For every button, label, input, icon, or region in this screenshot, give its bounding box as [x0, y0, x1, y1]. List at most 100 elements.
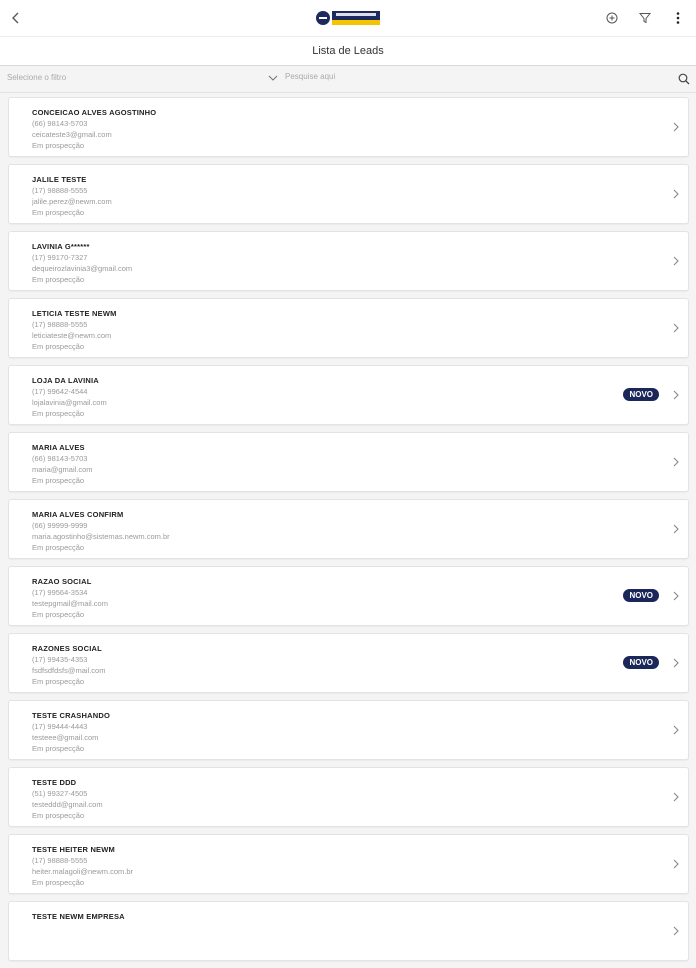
lead-email: testeddd@gmail.com — [32, 800, 103, 809]
lead-phone: (66) 98143-5703 — [32, 454, 88, 463]
search-button[interactable] — [678, 72, 690, 90]
chevron-right-icon — [673, 725, 679, 735]
lead-details: MARIA ALVES CONFIRM (66) 99999-9999 maria.… — [32, 509, 170, 553]
lead-name: LAVINIA G****** — [32, 242, 90, 251]
lead-details: JALILE TESTE (17) 98888-5555 jalile.perez@… — [32, 174, 112, 218]
lead-email: testeee@gmail.com — [32, 733, 99, 742]
lead-phone: (17) 98888-5555 — [32, 856, 88, 865]
chevron-right-icon — [673, 323, 679, 333]
lead-status: Em prospecção — [32, 610, 85, 619]
lead-phone: (17) 98888-5555 — [32, 320, 88, 329]
lead-name: RAZAO SOCIAL — [32, 577, 92, 586]
lead-card[interactable]: CONCEICAO ALVES AGOSTINHO (66) 98143-5703… — [8, 97, 689, 157]
lead-details: MARIA ALVES (66) 98143-5703 maria@gmail.co… — [32, 442, 93, 486]
lead-details: TESTE NEWM EMPRESA — [32, 911, 125, 922]
lead-phone: (17) 99642-4544 — [32, 387, 88, 396]
lead-name: LOJA DA LAVINIA — [32, 376, 99, 385]
lead-phone: (17) 99435-4353 — [32, 655, 88, 664]
lead-phone: (51) 99327-4505 — [32, 789, 88, 798]
new-badge: NOVO — [623, 388, 659, 401]
lead-card[interactable]: RAZONES SOCIAL (17) 99435-4353 fsdfsdfdsfs… — [8, 633, 689, 693]
lead-email: ceicateste3@gmail.com — [32, 130, 112, 139]
filter-select[interactable]: Selecione o filtro — [7, 73, 66, 82]
lead-details: RAZONES SOCIAL (17) 99435-4353 fsdfsdfdsfs… — [32, 643, 105, 687]
lead-email: jalile.perez@newm.com — [32, 197, 112, 206]
lead-name: TESTE NEWM EMPRESA — [32, 912, 125, 921]
lead-name: MARIA ALVES — [32, 443, 85, 452]
lead-name: RAZONES SOCIAL — [32, 644, 102, 653]
title-bar: Lista de Leads — [0, 36, 696, 66]
lead-details: LETICIA TESTE NEWM (17) 98888-5555 leticia… — [32, 308, 117, 352]
lead-card[interactable]: MARIA ALVES CONFIRM (66) 99999-9999 maria.… — [8, 499, 689, 559]
lead-email: lojalavinia@gmail.com — [32, 398, 107, 407]
lead-card[interactable]: TESTE HEITER NEWM (17) 98888-5555 heiter.m… — [8, 834, 689, 894]
lead-details: RAZAO SOCIAL (17) 99564-3534 testepgmail@m… — [32, 576, 108, 620]
lead-status: Em prospecção — [32, 141, 85, 150]
lead-status: Em prospecção — [32, 476, 85, 485]
lead-status: Em prospecção — [32, 275, 85, 284]
lead-phone: (17) 98888-5555 — [32, 186, 88, 195]
chevron-right-icon — [673, 926, 679, 936]
top-app-bar — [0, 0, 696, 36]
more-options-button[interactable] — [666, 6, 690, 30]
chevron-right-icon — [673, 524, 679, 534]
lead-phone: (66) 99999-9999 — [32, 521, 88, 530]
new-badge: NOVO — [623, 656, 659, 669]
filter-icon — [639, 13, 651, 24]
add-lead-button[interactable] — [600, 6, 624, 30]
chevron-right-icon — [673, 658, 679, 668]
lead-name: TESTE DDD — [32, 778, 77, 787]
lead-email: maria.agostinho@sistemas.newm.com.br — [32, 532, 170, 541]
chevron-right-icon — [673, 591, 679, 601]
lead-card[interactable]: LAVINIA G****** (17) 99170-7327 dequeirozl… — [8, 231, 689, 291]
lead-name: TESTE CRASHANDO — [32, 711, 111, 720]
more-vert-icon — [676, 12, 680, 24]
page-title: Lista de Leads — [312, 45, 384, 57]
chevron-down-icon[interactable] — [268, 74, 278, 82]
lead-phone: (17) 99564-3534 — [32, 588, 88, 597]
lead-details: LOJA DA LAVINIA (17) 99642-4544 lojalavini… — [32, 375, 107, 419]
search-input[interactable] — [285, 72, 645, 81]
lead-name: LETICIA TESTE NEWM — [32, 309, 117, 318]
chevron-left-icon — [12, 12, 19, 24]
lead-status: Em prospecção — [32, 543, 85, 552]
lead-name: MARIA ALVES CONFIRM — [32, 510, 124, 519]
lead-card[interactable]: MARIA ALVES (66) 98143-5703 maria@gmail.co… — [8, 432, 689, 492]
filter-button[interactable] — [633, 6, 657, 30]
lead-card[interactable]: TESTE DDD (51) 99327-4505 testeddd@gmail.c… — [8, 767, 689, 827]
add-circle-icon — [606, 12, 618, 24]
lead-status: Em prospecção — [32, 744, 85, 753]
chevron-right-icon — [673, 792, 679, 802]
lead-email: leticiateste@newm.com — [32, 331, 112, 340]
chevron-right-icon — [673, 390, 679, 400]
chevron-right-icon — [673, 457, 679, 467]
lead-name: CONCEICAO ALVES AGOSTINHO — [32, 108, 157, 117]
lead-details: CONCEICAO ALVES AGOSTINHO (66) 98143-5703… — [32, 107, 156, 151]
lead-status: Em prospecção — [32, 208, 85, 217]
lead-status: Em prospecção — [32, 409, 85, 418]
lead-card[interactable]: LOJA DA LAVINIA (17) 99642-4544 lojalavini… — [8, 365, 689, 425]
lead-card[interactable]: JALILE TESTE (17) 98888-5555 jalile.perez@… — [8, 164, 689, 224]
lead-email: maria@gmail.com — [32, 465, 93, 474]
lead-email: dequeirozlavinia3@gmail.com — [32, 264, 133, 273]
chevron-right-icon — [673, 256, 679, 266]
back-button[interactable] — [4, 6, 28, 30]
lead-details: TESTE DDD (51) 99327-4505 testeddd@gmail.c… — [32, 777, 103, 821]
lead-details: LAVINIA G****** (17) 99170-7327 dequeirozl… — [32, 241, 132, 285]
lead-list: CONCEICAO ALVES AGOSTINHO (66) 98143-5703… — [8, 97, 689, 968]
lead-card[interactable]: TESTE CRASHANDO (17) 99444-4443 testeee@gm… — [8, 700, 689, 760]
lead-name: TESTE HEITER NEWM — [32, 845, 115, 854]
chevron-right-icon — [673, 859, 679, 869]
lead-email: fsdfsdfdsfs@mail.com — [32, 666, 106, 675]
lead-email: heiter.malagoli@newm.com.br — [32, 867, 133, 876]
lead-phone: (66) 98143-5703 — [32, 119, 88, 128]
chevron-right-icon — [673, 189, 679, 199]
lead-email: testepgmail@mail.com — [32, 599, 108, 608]
lead-phone: (17) 99444-4443 — [32, 722, 88, 731]
lead-name: JALILE TESTE — [32, 175, 87, 184]
lead-card[interactable]: RAZAO SOCIAL (17) 99564-3534 testepgmail@m… — [8, 566, 689, 626]
lead-card[interactable]: LETICIA TESTE NEWM (17) 98888-5555 leticia… — [8, 298, 689, 358]
search-icon — [678, 73, 690, 85]
chevron-right-icon — [673, 122, 679, 132]
lead-card[interactable]: TESTE NEWM EMPRESA — [8, 901, 689, 961]
